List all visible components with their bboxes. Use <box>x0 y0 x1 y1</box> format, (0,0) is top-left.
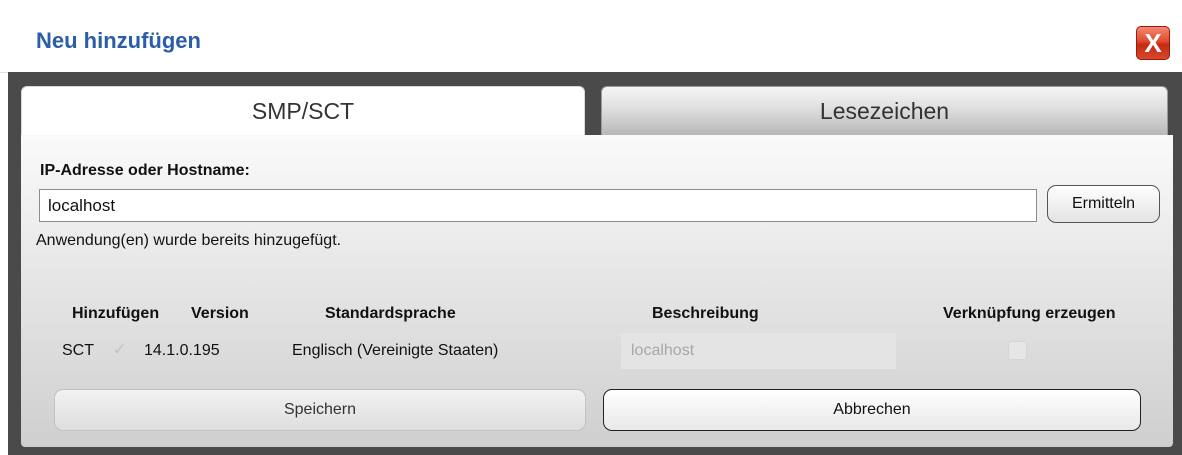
shortcut-checkbox[interactable] <box>1008 341 1027 360</box>
cancel-button[interactable]: Abbrechen <box>603 389 1141 431</box>
add-checkbox[interactable]: ✓ <box>111 341 128 359</box>
close-icon[interactable]: X <box>1136 26 1170 60</box>
header-shortcut: Verknüpfung erzeugen <box>943 305 1116 322</box>
description-input[interactable]: localhost <box>621 333 896 369</box>
header-description: Beschreibung <box>652 305 759 322</box>
header-version: Version <box>191 305 249 322</box>
add-new-dialog: Neu hinzufügen X SMP/SCT Lesezeichen IP-… <box>0 0 1182 455</box>
tab-lesezeichen[interactable]: Lesezeichen <box>601 86 1168 135</box>
row-version: 14.1.0.195 <box>144 342 220 359</box>
dialog-title: Neu hinzufügen <box>36 28 201 53</box>
status-message: Anwendung(en) wurde bereits hinzugefügt. <box>36 232 342 249</box>
tab-smp-sct[interactable]: SMP/SCT <box>21 86 585 135</box>
header-language: Standardsprache <box>325 305 456 322</box>
host-label: IP-Adresse oder Hostname: <box>40 162 250 179</box>
dialog-title-bar: Neu hinzufügen X <box>0 0 1182 73</box>
row-language: Englisch (Vereinigte Staaten) <box>292 342 499 359</box>
row-app-name: SCT <box>62 342 94 359</box>
header-add: Hinzufügen <box>72 305 160 322</box>
save-button[interactable]: Speichern <box>54 389 586 431</box>
host-input[interactable]: localhost <box>39 189 1037 222</box>
resolve-button[interactable]: Ermitteln <box>1047 185 1160 223</box>
